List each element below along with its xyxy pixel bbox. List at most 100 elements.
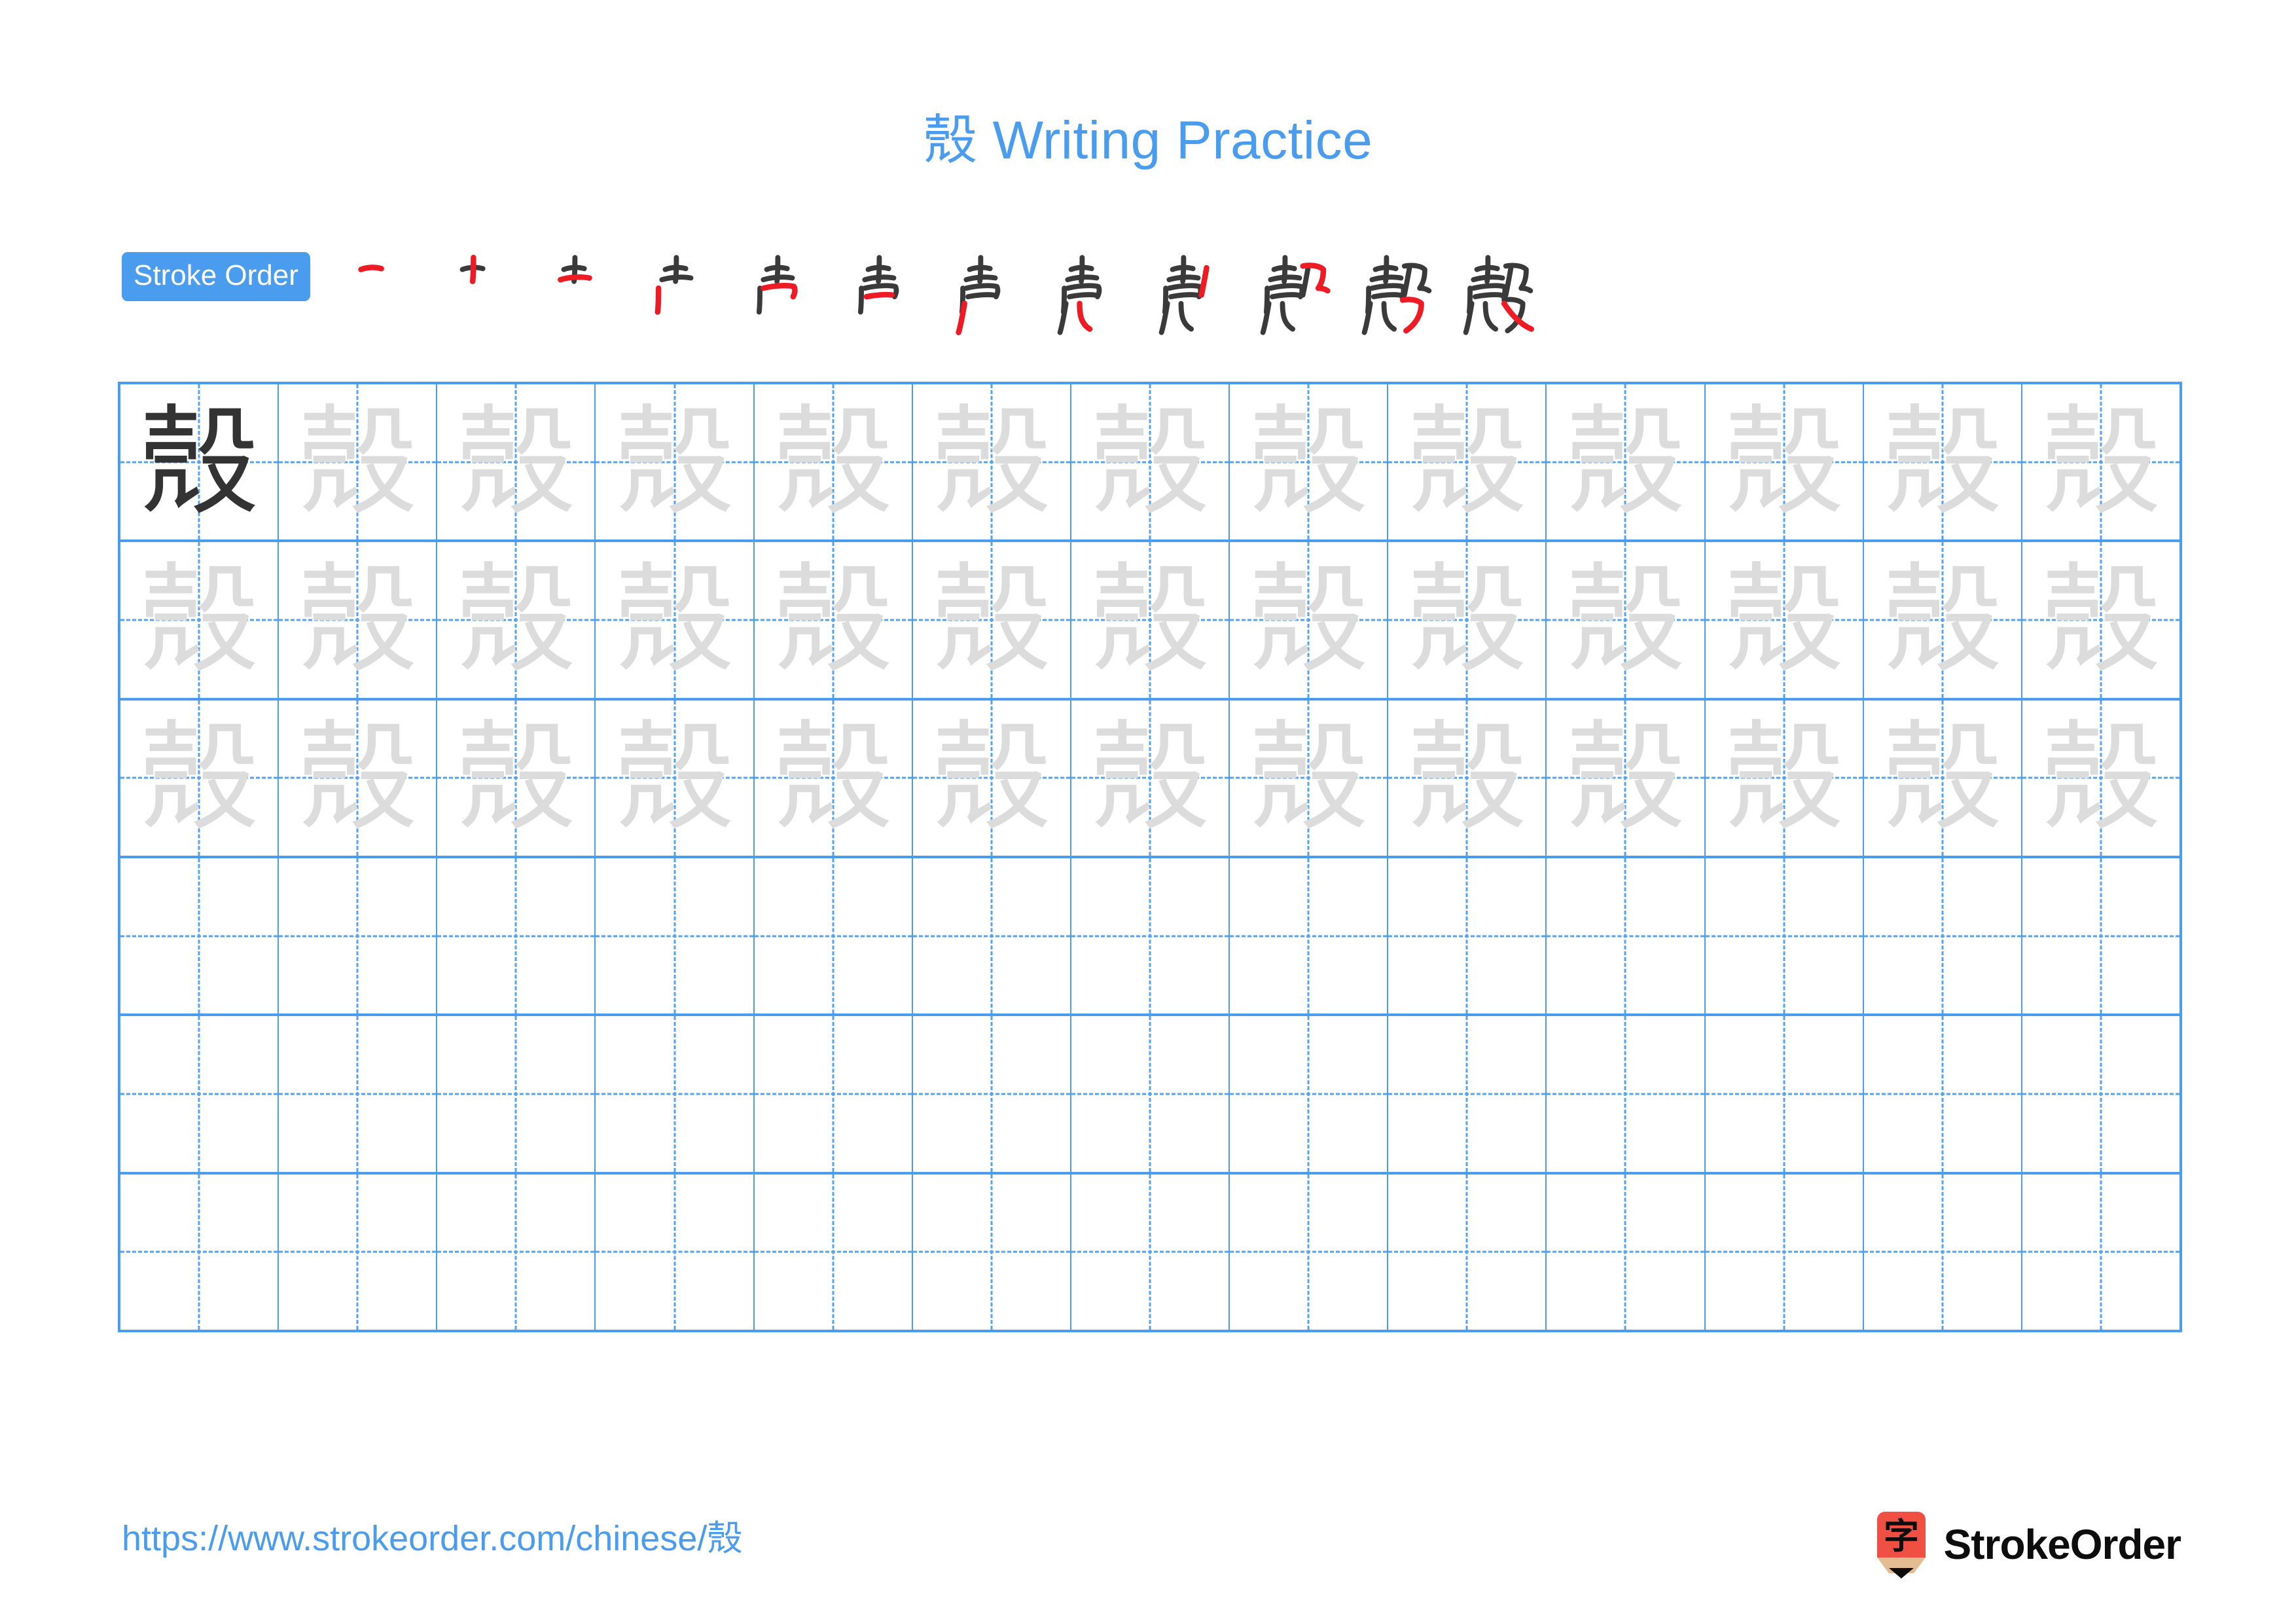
practice-cell-trace[interactable]: 殼 [120, 700, 279, 856]
practice-cell-trace[interactable]: 殼 [437, 384, 596, 540]
practice-cell-blank[interactable] [1230, 858, 1389, 1014]
practice-cell-trace[interactable]: 殼 [1547, 384, 1706, 540]
practice-cell-trace[interactable]: 殼 [1864, 700, 2022, 856]
practice-cell-blank[interactable] [279, 1016, 438, 1172]
practice-cell-blank[interactable] [1706, 1174, 1864, 1330]
practice-cell-blank[interactable] [913, 1174, 1071, 1330]
practice-cell-blank[interactable] [120, 858, 279, 1014]
blank-character [1706, 858, 1863, 1013]
practice-cell-trace[interactable]: 殼 [596, 542, 755, 698]
practice-cell-trace[interactable]: 殼 [755, 384, 913, 540]
practice-cell-trace[interactable]: 殼 [913, 700, 1071, 856]
trace-character: 殼 [456, 392, 576, 532]
practice-cell-blank[interactable] [596, 1174, 755, 1330]
trace-character: 殼 [773, 708, 893, 848]
blank-character [913, 1016, 1070, 1171]
practice-cell-blank[interactable] [913, 1016, 1071, 1172]
practice-cell-trace[interactable]: 殼 [913, 384, 1071, 540]
practice-cell-trace[interactable]: 殼 [1071, 384, 1230, 540]
practice-cell-blank[interactable] [120, 1016, 279, 1172]
practice-cell-trace[interactable]: 殼 [120, 542, 279, 698]
practice-cell-blank[interactable] [1388, 858, 1547, 1014]
practice-cell-trace[interactable]: 殼 [1388, 384, 1547, 540]
practice-cell-trace[interactable]: 殼 [1071, 542, 1230, 698]
practice-cell-trace[interactable]: 殼 [279, 384, 438, 540]
trace-character: 殼 [298, 708, 418, 848]
practice-cell-blank[interactable] [2022, 858, 2179, 1013]
svg-text:字: 字 [1884, 1516, 1919, 1557]
practice-cell-trace[interactable]: 殼 [1706, 542, 1864, 698]
practice-cell-trace[interactable]: 殼 [437, 700, 596, 856]
practice-cell-trace[interactable]: 殼 [1864, 384, 2022, 540]
practice-cell-trace[interactable]: 殼 [1864, 542, 2022, 698]
trace-character: 殼 [773, 392, 893, 532]
practice-cell-blank[interactable] [437, 1174, 596, 1330]
practice-cell-blank[interactable] [913, 858, 1071, 1014]
practice-cell-trace[interactable]: 殼 [279, 542, 438, 698]
worksheet-page: 殼 Writing Practice Stroke Order 殼殼殼殼殼殼殼殼… [0, 0, 2296, 1623]
practice-cell-trace[interactable]: 殼 [2022, 542, 2179, 697]
practice-cell-blank[interactable] [437, 1016, 596, 1172]
practice-cell-blank[interactable] [1071, 1174, 1230, 1330]
trace-character: 殼 [1882, 550, 2002, 689]
practice-cell-blank[interactable] [1547, 1016, 1706, 1172]
practice-cell-trace[interactable]: 殼 [1547, 700, 1706, 856]
blank-character [1547, 858, 1704, 1013]
practice-cell-trace[interactable]: 殼 [1230, 542, 1389, 698]
practice-cell-blank[interactable] [279, 1174, 438, 1330]
blank-character [1071, 1016, 1229, 1171]
practice-cell-blank[interactable] [2022, 1016, 2179, 1171]
practice-cell-trace[interactable]: 殼 [1230, 384, 1389, 540]
practice-cell-trace[interactable]: 殼 [1388, 542, 1547, 698]
practice-cell-blank[interactable] [596, 1016, 755, 1172]
practice-cell-trace[interactable]: 殼 [1706, 384, 1864, 540]
practice-cell-trace[interactable]: 殼 [1706, 700, 1864, 856]
practice-cell-blank[interactable] [755, 1016, 913, 1172]
practice-cell-blank[interactable] [1388, 1174, 1547, 1330]
practice-cell-blank[interactable] [1071, 1016, 1230, 1172]
blank-character [120, 1175, 278, 1330]
practice-cell-trace[interactable]: 殼 [755, 542, 913, 698]
trace-character: 殼 [615, 708, 734, 848]
practice-cell-trace[interactable]: 殼 [596, 700, 755, 856]
practice-cell-trace[interactable]: 殼 [1388, 700, 1547, 856]
practice-cell-trace[interactable]: 殼 [1547, 542, 1706, 698]
practice-cell-trace[interactable]: 殼 [2022, 384, 2179, 539]
practice-cell-blank[interactable] [437, 858, 596, 1014]
practice-cell-trace[interactable]: 殼 [279, 700, 438, 856]
practice-cell-trace[interactable]: 殼 [1071, 700, 1230, 856]
practice-cell-blank[interactable] [755, 1174, 913, 1330]
practice-cell-blank[interactable] [1706, 1016, 1864, 1172]
practice-cell-blank[interactable] [1388, 1016, 1547, 1172]
trace-character: 殼 [1249, 708, 1369, 848]
practice-cell-blank[interactable] [1230, 1174, 1389, 1330]
practice-cell-blank[interactable] [1230, 1016, 1389, 1172]
practice-cell-blank[interactable] [1864, 1174, 2022, 1330]
blank-character [1230, 858, 1387, 1013]
practice-cell-blank[interactable] [1864, 858, 2022, 1014]
practice-cell-blank[interactable] [755, 858, 913, 1014]
practice-cell-blank[interactable] [596, 858, 755, 1014]
practice-cell-trace[interactable]: 殼 [2022, 701, 2179, 856]
trace-character: 殼 [773, 550, 893, 689]
practice-cell-blank[interactable] [1071, 858, 1230, 1014]
practice-cell-blank[interactable] [1547, 1174, 1706, 1330]
stroke-step-2 [429, 251, 530, 336]
practice-cell-blank[interactable] [120, 1174, 279, 1330]
practice-cell-model[interactable]: 殼 [120, 384, 279, 540]
source-url[interactable]: https://www.strokeorder.com/chinese/殼 [122, 1518, 742, 1560]
trace-character: 殼 [931, 392, 1051, 532]
practice-cell-blank[interactable] [1864, 1016, 2022, 1172]
stroke-step-3 [530, 251, 632, 336]
practice-cell-trace[interactable]: 殼 [1230, 700, 1389, 856]
practice-grid-row: 殼殼殼殼殼殼殼殼殼殼殼殼殼 [120, 700, 2179, 858]
blank-character [1864, 1016, 2021, 1171]
practice-cell-blank[interactable] [1547, 858, 1706, 1014]
practice-cell-trace[interactable]: 殼 [913, 542, 1071, 698]
practice-cell-trace[interactable]: 殼 [437, 542, 596, 698]
practice-cell-blank[interactable] [2022, 1175, 2179, 1330]
practice-cell-trace[interactable]: 殼 [596, 384, 755, 540]
practice-cell-blank[interactable] [279, 858, 438, 1014]
practice-cell-trace[interactable]: 殼 [755, 700, 913, 856]
practice-cell-blank[interactable] [1706, 858, 1864, 1014]
